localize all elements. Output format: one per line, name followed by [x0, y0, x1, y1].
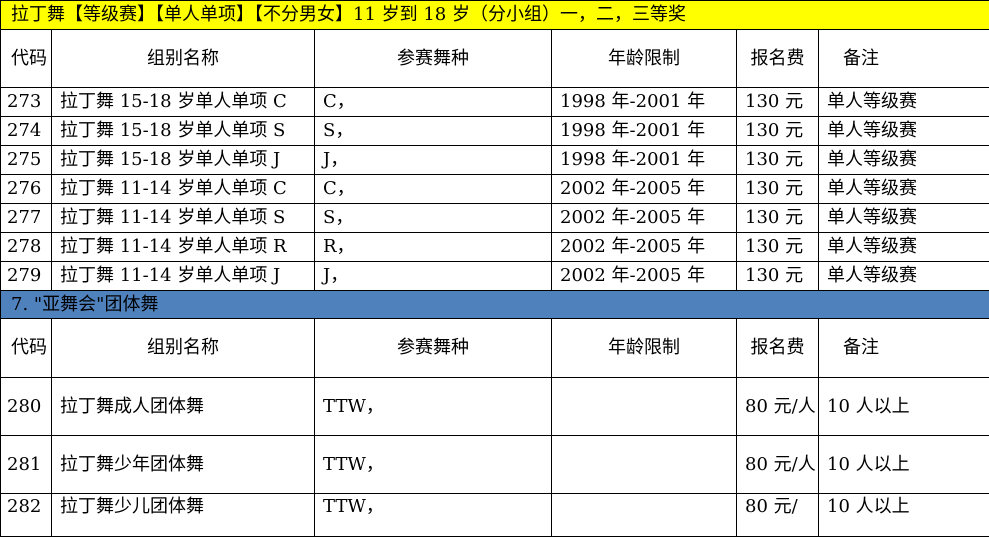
row-note: 10 人以上 [819, 494, 989, 537]
table-row: 276 拉丁舞 11-14 岁单人单项 C C， 2002 年-2005 年 1… [1, 175, 989, 204]
row-dance: S， [315, 204, 552, 233]
row-fee: 130 元 [737, 117, 819, 146]
header-code: 代码 [1, 30, 52, 88]
row-age: 2002 年-2005 年 [552, 262, 737, 291]
row-group-name: 拉丁舞 11-14 岁单人单项 C [52, 175, 315, 204]
row-note: 单人等级赛 [819, 146, 989, 175]
row-fee: 130 元 [737, 262, 819, 291]
header-note: 备注 [819, 319, 989, 378]
header-age-limit: 年龄限制 [552, 30, 737, 88]
row-note: 10 人以上 [819, 378, 989, 436]
row-age: 1998 年-2001 年 [552, 146, 737, 175]
row-group-name: 拉丁舞 11-14 岁单人单项 J [52, 262, 315, 291]
header-group-name: 组别名称 [52, 319, 315, 378]
row-dance: C， [315, 175, 552, 204]
section-header-team-dance: 7. "亚舞会"团体舞 [1, 291, 989, 319]
row-fee: 80 元/人 [737, 378, 819, 436]
row-dance: TTW， [315, 494, 552, 537]
row-age [552, 494, 737, 537]
table-row: 273 拉丁舞 15-18 岁单人单项 C C， 1998 年-2001 年 1… [1, 88, 989, 117]
row-note: 10 人以上 [819, 436, 989, 494]
row-age: 2002 年-2005 年 [552, 204, 737, 233]
row-code: 278 [1, 233, 52, 262]
table-row: 281 拉丁舞少年团体舞 TTW， 80 元/人 10 人以上 [1, 436, 989, 494]
table-row: 282 拉丁舞少儿团体舞 TTW， 80 元/ 10 人以上 [1, 494, 989, 537]
row-code: 273 [1, 88, 52, 117]
row-age [552, 378, 737, 436]
row-code: 282 [1, 494, 52, 537]
row-dance: R， [315, 233, 552, 262]
row-dance: TTW， [315, 378, 552, 436]
row-code: 275 [1, 146, 52, 175]
row-fee: 80 元/人 [737, 436, 819, 494]
row-code: 274 [1, 117, 52, 146]
row-dance: J， [315, 262, 552, 291]
row-group-name: 拉丁舞少儿团体舞 [52, 494, 315, 537]
row-group-name: 拉丁舞 11-14 岁单人单项 R [52, 233, 315, 262]
row-age: 2002 年-2005 年 [552, 175, 737, 204]
header-note: 备注 [819, 30, 989, 88]
header-dance: 参赛舞种 [315, 30, 552, 88]
row-fee: 130 元 [737, 204, 819, 233]
row-age [552, 436, 737, 494]
row-fee: 130 元 [737, 88, 819, 117]
row-note: 单人等级赛 [819, 175, 989, 204]
row-code: 276 [1, 175, 52, 204]
header-fee: 报名费 [737, 30, 819, 88]
header-dance: 参赛舞种 [315, 319, 552, 378]
row-code: 279 [1, 262, 52, 291]
row-age: 1998 年-2001 年 [552, 88, 737, 117]
row-note: 单人等级赛 [819, 233, 989, 262]
row-code: 281 [1, 436, 52, 494]
table-row: 279 拉丁舞 11-14 岁单人单项 J J， 2002 年-2005 年 1… [1, 262, 989, 291]
table-row: 278 拉丁舞 11-14 岁单人单项 R R， 2002 年-2005 年 1… [1, 233, 989, 262]
section-title: 拉丁舞【等级赛】【单人单项】【不分男女】11 岁到 18 岁（分小组）一，二，三… [1, 1, 989, 30]
table-row: 277 拉丁舞 11-14 岁单人单项 S S， 2002 年-2005 年 1… [1, 204, 989, 233]
row-group-name: 拉丁舞少年团体舞 [52, 436, 315, 494]
column-header-row: 代码 组别名称 参赛舞种 年龄限制 报名费 备注 [1, 319, 989, 378]
row-dance: C， [315, 88, 552, 117]
header-code: 代码 [1, 319, 52, 378]
section-title: 7. "亚舞会"团体舞 [1, 291, 989, 319]
table-row: 280 拉丁舞成人团体舞 TTW， 80 元/人 10 人以上 [1, 378, 989, 436]
row-fee: 130 元 [737, 146, 819, 175]
table-row: 275 拉丁舞 15-18 岁单人单项 J J， 1998 年-2001 年 1… [1, 146, 989, 175]
row-dance: S， [315, 117, 552, 146]
row-group-name: 拉丁舞成人团体舞 [52, 378, 315, 436]
header-age-limit: 年龄限制 [552, 319, 737, 378]
row-group-name: 拉丁舞 15-18 岁单人单项 S [52, 117, 315, 146]
registration-table: 拉丁舞【等级赛】【单人单项】【不分男女】11 岁到 18 岁（分小组）一，二，三… [0, 0, 989, 537]
row-note: 单人等级赛 [819, 262, 989, 291]
row-group-name: 拉丁舞 11-14 岁单人单项 S [52, 204, 315, 233]
row-dance: TTW， [315, 436, 552, 494]
row-note: 单人等级赛 [819, 88, 989, 117]
header-fee: 报名费 [737, 319, 819, 378]
row-code: 277 [1, 204, 52, 233]
row-age: 1998 年-2001 年 [552, 117, 737, 146]
row-fee: 130 元 [737, 233, 819, 262]
column-header-row: 代码 组别名称 参赛舞种 年龄限制 报名费 备注 [1, 30, 989, 88]
section-header-latin-grade: 拉丁舞【等级赛】【单人单项】【不分男女】11 岁到 18 岁（分小组）一，二，三… [1, 1, 989, 30]
row-note: 单人等级赛 [819, 204, 989, 233]
row-fee: 80 元/ [737, 494, 819, 537]
row-fee: 130 元 [737, 175, 819, 204]
row-note: 单人等级赛 [819, 117, 989, 146]
table-row: 274 拉丁舞 15-18 岁单人单项 S S， 1998 年-2001 年 1… [1, 117, 989, 146]
row-dance: J， [315, 146, 552, 175]
row-age: 2002 年-2005 年 [552, 233, 737, 262]
row-code: 280 [1, 378, 52, 436]
header-group-name: 组别名称 [52, 30, 315, 88]
row-group-name: 拉丁舞 15-18 岁单人单项 C [52, 88, 315, 117]
row-group-name: 拉丁舞 15-18 岁单人单项 J [52, 146, 315, 175]
